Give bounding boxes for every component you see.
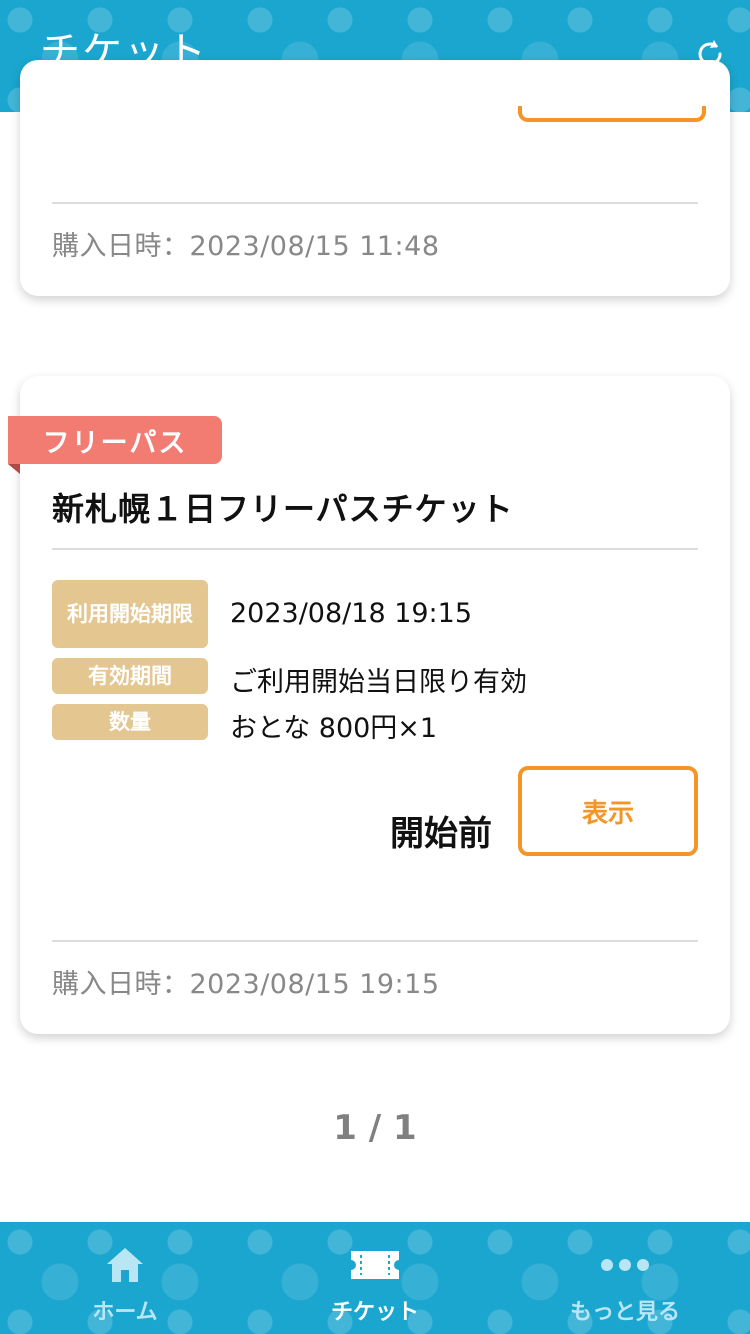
ticket-status: 開始前 (390, 814, 492, 854)
divider (52, 548, 698, 550)
show-ticket-button[interactable]: 表示 (518, 766, 698, 856)
pagination: 1 / 1 (333, 1108, 417, 1148)
show-button-partial[interactable] (518, 106, 706, 122)
ticket-type-badge: フリーパス (8, 416, 222, 474)
nav-ticket[interactable]: チケット (250, 1222, 500, 1334)
ticket-title: 新札幌１日フリーパスチケット (52, 490, 514, 528)
nav-home-label: ホーム (92, 1300, 158, 1325)
start-deadline-label: 利用開始期限 (52, 580, 208, 648)
ticket-icon (349, 1244, 401, 1286)
more-icon (599, 1244, 651, 1286)
nav-ticket-label: チケット (330, 1300, 419, 1325)
bottom-nav: ホーム チケット もっと見る (0, 1222, 750, 1334)
badge-label: フリーパス (8, 416, 222, 464)
validity-label: 有効期間 (52, 658, 208, 694)
divider (52, 940, 698, 942)
home-icon (105, 1244, 145, 1286)
purchase-date: 購入日時：2023/08/15 11:48 (52, 231, 440, 262)
nav-more-label: もっと見る (569, 1300, 680, 1325)
purchase-date: 購入日時：2023/08/15 19:15 (52, 969, 440, 1000)
nav-more[interactable]: もっと見る (500, 1222, 750, 1334)
validity-value: ご利用開始当日限り有効 (230, 667, 527, 698)
badge-fold (8, 464, 20, 474)
start-deadline-value: 2023/08/18 19:15 (230, 598, 473, 629)
quantity-label: 数量 (52, 704, 208, 740)
nav-home[interactable]: ホーム (0, 1222, 250, 1334)
ticket-card: フリーパス 新札幌１日フリーパスチケット 利用開始期限 2023/08/18 1… (8, 376, 730, 1034)
ticket-card: 購入日時：2023/08/15 11:48 (20, 60, 730, 296)
divider (52, 202, 698, 204)
quantity-value: おとな 800円×1 (230, 713, 438, 744)
